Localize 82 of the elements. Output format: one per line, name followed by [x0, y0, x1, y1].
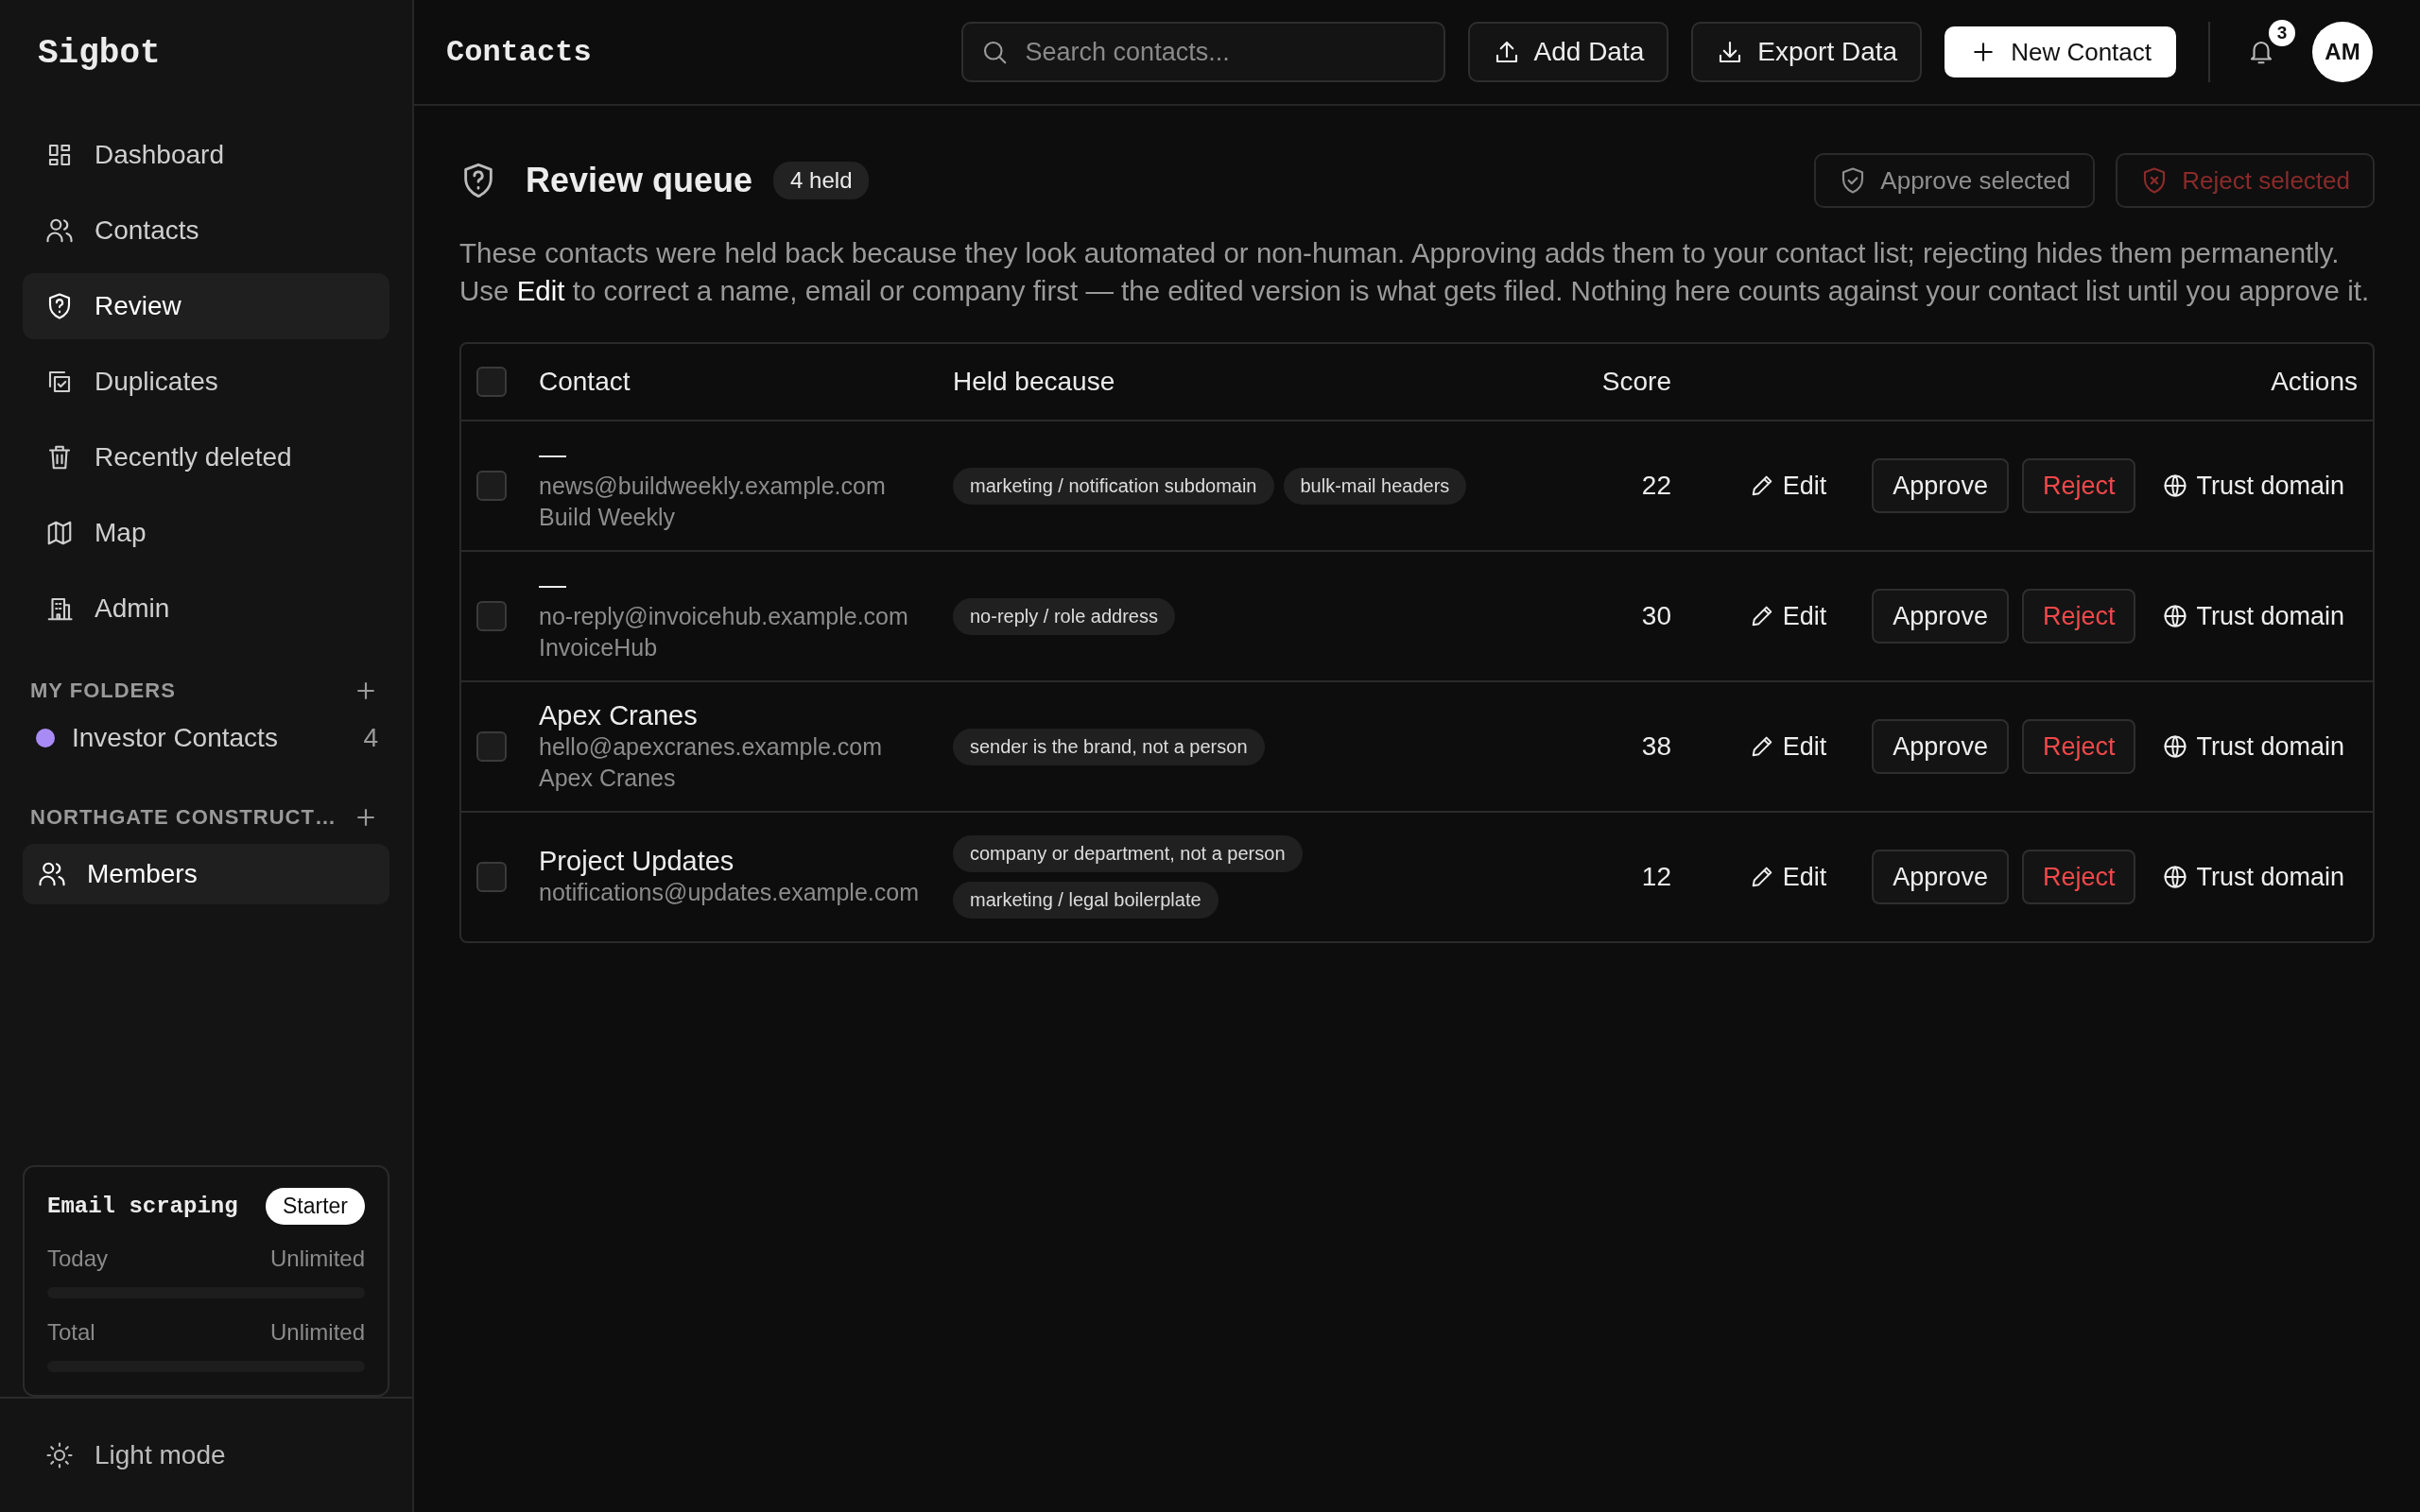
- row-checkbox[interactable]: [476, 471, 507, 501]
- reason-tag: sender is the brand, not a person: [953, 728, 1265, 765]
- map-icon: [45, 519, 74, 547]
- sidebar-item[interactable]: Review: [23, 273, 389, 339]
- meter-label: Today: [47, 1246, 109, 1272]
- row-checkbox[interactable]: [476, 601, 507, 631]
- meter-value: Unlimited: [269, 1246, 365, 1272]
- app-logo: Sigbot: [37, 33, 162, 75]
- contact-name: —: [539, 438, 567, 471]
- section-heading: NORTHGATE CONSTRUCT…: [30, 805, 337, 830]
- row-checkbox[interactable]: [476, 731, 507, 762]
- reject-button[interactable]: Reject: [2021, 719, 2136, 774]
- approve-button[interactable]: Approve: [1872, 719, 2009, 774]
- score-value: 12: [1640, 862, 1671, 892]
- reason-tag: company or department, not a person: [953, 835, 1303, 872]
- plan-badge: Starter: [265, 1188, 365, 1225]
- people-icon: [38, 860, 66, 888]
- contact-company: InvoiceHub: [539, 632, 659, 662]
- trust-domain-button[interactable]: Trust domain: [2149, 471, 2358, 501]
- reject-button[interactable]: Reject: [2021, 850, 2136, 904]
- column-header: Held because: [953, 367, 1116, 397]
- contact-email: news@buildweekly.example.com: [539, 471, 887, 501]
- edit-button[interactable]: Edit: [1735, 601, 1841, 631]
- new-contact-button[interactable]: New Contact: [1945, 26, 2176, 77]
- notification-badge: 3: [2269, 20, 2295, 46]
- sidebar-item[interactable]: Map: [23, 500, 389, 566]
- sidebar-item[interactable]: Admin: [23, 576, 389, 642]
- section-title: Review queue: [526, 161, 753, 200]
- folder-count: 4: [363, 723, 378, 753]
- contact-name: Project Updates: [539, 846, 735, 877]
- score-value: 22: [1640, 471, 1671, 501]
- reason-tag: marketing / legal boilerplate: [953, 882, 1219, 919]
- search-field[interactable]: Search contacts...: [960, 22, 1445, 82]
- contact-name: —: [539, 569, 567, 601]
- contact-email: notifications@updates.example.com: [539, 878, 920, 907]
- column-header: Score: [1600, 367, 1671, 397]
- approve-button[interactable]: Approve: [1872, 589, 2009, 644]
- reason-tag: bulk-mail headers: [1283, 467, 1467, 505]
- add-data-button[interactable]: Add Data: [1467, 22, 1669, 82]
- reason-tag: marketing / notification subdomain: [953, 467, 1274, 505]
- edit-button[interactable]: Edit: [1735, 731, 1841, 762]
- edit-button[interactable]: Edit: [1735, 862, 1841, 892]
- section-heading: MY FOLDERS: [30, 679, 176, 703]
- sidebar-item[interactable]: Contacts: [23, 198, 389, 264]
- meter-label: Total: [47, 1319, 95, 1346]
- theme-toggle[interactable]: Light mode: [45, 1440, 226, 1470]
- sidebar-item[interactable]: Members: [23, 844, 389, 904]
- trust-domain-button[interactable]: Trust domain: [2149, 731, 2358, 762]
- approve-button[interactable]: Approve: [1872, 458, 2009, 513]
- contact-company: Build Weekly: [539, 502, 677, 532]
- reason-tag: no-reply / role address: [953, 597, 1175, 635]
- sidebar-item[interactable]: Duplicates: [23, 349, 389, 415]
- folder-label: Investor Contacts: [72, 723, 279, 753]
- page-title: Contacts: [446, 34, 593, 70]
- usage-title: Email scraping: [47, 1194, 238, 1219]
- description-text: These contacts were held back because they look automated or non-human. Approving adds them to your contact list; rejecting hides them permanently. Use Edit to correct a name, email or company first — the edited version is what gets filed. Nothing here counts against your contact list until you approve it.: [459, 236, 2371, 308]
- meter-value: Unlimited: [269, 1319, 365, 1346]
- trust-domain-button[interactable]: Trust domain: [2149, 862, 2358, 892]
- row-checkbox[interactable]: [476, 862, 507, 892]
- sidebar-item[interactable]: Recently deleted: [23, 424, 389, 490]
- trust-domain-button[interactable]: Trust domain: [2149, 601, 2358, 631]
- column-header: Actions: [2270, 367, 2358, 397]
- reject-button[interactable]: Reject: [2021, 589, 2136, 644]
- score-value: 38: [1640, 731, 1671, 762]
- reject-button[interactable]: Reject: [2021, 458, 2136, 513]
- people-icon: [45, 216, 74, 245]
- sun-icon: [45, 1441, 74, 1469]
- user-avatar[interactable]: AM: [2312, 22, 2373, 82]
- contact-email: no-reply@invoicehub.example.com: [539, 601, 909, 631]
- contact-email: hello@apexcranes.example.com: [539, 731, 884, 762]
- contact-company: Apex Cranes: [539, 763, 677, 793]
- export-data-button[interactable]: Export Data: [1691, 22, 1923, 82]
- approve-selected-button[interactable]: Approve selected: [1814, 153, 2096, 208]
- sidebar-item[interactable]: Dashboard: [23, 122, 389, 188]
- score-value: 30: [1640, 601, 1671, 631]
- contact-name: Apex Cranes: [539, 699, 699, 731]
- edit-button[interactable]: Edit: [1735, 471, 1841, 501]
- approve-button[interactable]: Approve: [1872, 850, 2009, 904]
- column-header: Contact: [539, 367, 631, 397]
- count-badge: 4 held: [773, 162, 870, 199]
- folder-item[interactable]: Investor Contacts 4: [23, 710, 389, 766]
- select-all-checkbox[interactable]: [476, 367, 507, 397]
